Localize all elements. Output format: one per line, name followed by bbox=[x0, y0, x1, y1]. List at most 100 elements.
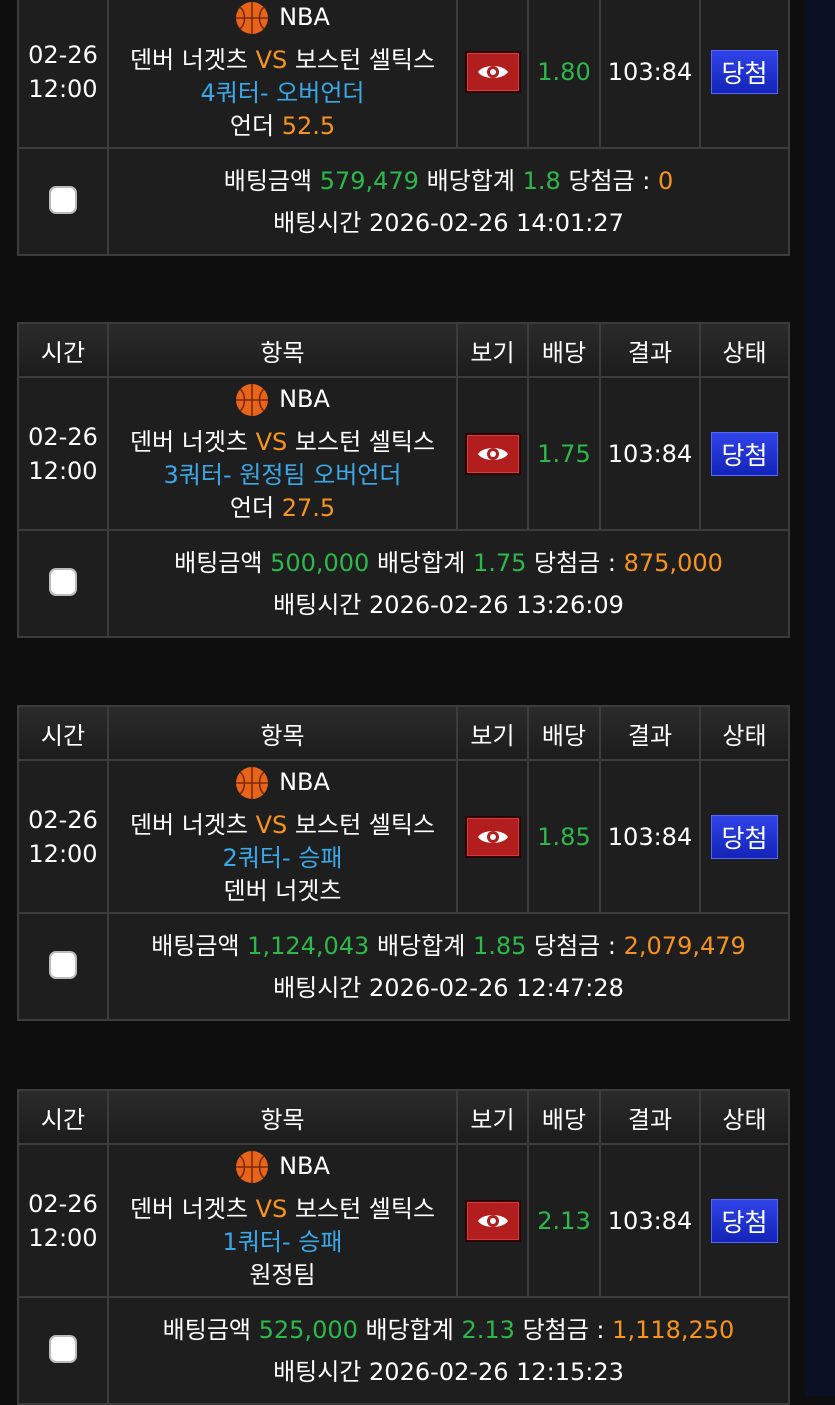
eye-icon bbox=[477, 830, 508, 843]
bet-amount: 1,124,043 bbox=[247, 931, 370, 960]
home-team: 덴버 너겟츠 bbox=[129, 1194, 248, 1223]
bet-table: 시간 항목 보기 배당 결과 상태 02-26 12:00 NBA 덴버 너겟츠… bbox=[17, 705, 790, 1021]
odds-total-label: 배당합계 bbox=[365, 1315, 454, 1344]
header-result: 결과 bbox=[599, 705, 701, 761]
win-amount: 0 bbox=[657, 166, 674, 195]
league-name: NBA bbox=[279, 768, 330, 796]
basketball-icon bbox=[236, 766, 269, 799]
odds-total: 1.85 bbox=[472, 931, 527, 960]
view-cell bbox=[456, 376, 529, 531]
amount-line: 배팅금액 1,124,043 배당합계 1.85 당첨금 : 2,079,479 bbox=[109, 925, 788, 967]
bet-slip-2: 시간 항목 보기 배당 결과 상태 02-26 12:00 NBA 덴버 너겟츠… bbox=[17, 322, 790, 638]
status-badge[interactable]: 당첨 bbox=[711, 1198, 778, 1243]
amount-label: 배팅금액 bbox=[151, 931, 240, 960]
match-time-cell: 02-26 12:00 bbox=[17, 376, 109, 531]
league-name: NBA bbox=[279, 3, 330, 31]
view-button[interactable] bbox=[464, 1199, 521, 1242]
match-item-cell: NBA 덴버 너겟츠 VS 보스턴 셀틱스 4쿼터- 오버언더 언더 52.5 bbox=[107, 0, 458, 149]
vs-label: VS bbox=[255, 1194, 288, 1223]
bet-table: 02-26 12:00 NBA 덴버 너겟츠 VS 보스턴 셀틱스 4쿼터- 오… bbox=[17, 0, 790, 256]
market-name: 2쿼터- 승패 bbox=[222, 843, 343, 872]
away-team: 보스턴 셀틱스 bbox=[294, 427, 436, 456]
time-line: 배팅시간 2026-02-26 12:15:23 bbox=[109, 1351, 788, 1393]
amount-line: 배팅금액 579,479 배당합계 1.8 당첨금 : 0 bbox=[109, 160, 788, 202]
select-cell bbox=[17, 529, 109, 638]
odds-total-label: 배당합계 bbox=[376, 931, 466, 960]
detail-row: 배팅금액 1,124,043 배당합계 1.85 당첨금 : 2,079,479… bbox=[17, 912, 790, 1021]
view-button[interactable] bbox=[464, 815, 521, 858]
header-view: 보기 bbox=[456, 1089, 529, 1145]
match-time-cell: 02-26 12:00 bbox=[17, 0, 109, 149]
win-amount: 1,118,250 bbox=[612, 1315, 735, 1344]
detail-row: 배팅금액 525,000 배당합계 2.13 당첨금 : 1,118,250 배… bbox=[17, 1296, 790, 1405]
win-label: 당첨금 : bbox=[534, 931, 616, 960]
win-amount: 875,000 bbox=[623, 548, 723, 577]
league-line: NBA bbox=[235, 1, 330, 35]
bet-amount: 525,000 bbox=[258, 1315, 358, 1344]
status-badge[interactable]: 당첨 bbox=[711, 49, 778, 94]
status-badge[interactable]: 당첨 bbox=[711, 431, 778, 476]
away-team: 보스턴 셀틱스 bbox=[294, 45, 436, 74]
header-odds: 배당 bbox=[527, 1089, 601, 1145]
status-cell: 당첨 bbox=[699, 0, 790, 149]
view-button[interactable] bbox=[464, 50, 521, 93]
bet-time: 2026-02-26 14:01:27 bbox=[369, 208, 624, 237]
match-item-cell: NBA 덴버 너겟츠 VS 보스턴 셀틱스 1쿼터- 승패 원정팀 bbox=[107, 1143, 458, 1298]
league-line: NBA bbox=[235, 766, 330, 800]
pick-value: 27.5 bbox=[281, 493, 336, 522]
header-time: 시간 bbox=[17, 705, 109, 761]
bet-amount: 500,000 bbox=[270, 548, 370, 577]
pick-line: 언더 27.5 bbox=[109, 492, 456, 525]
teams-line: 덴버 너겟츠 VS 보스턴 셀틱스 bbox=[109, 44, 456, 77]
league-name: NBA bbox=[279, 385, 330, 413]
amount-line: 배팅금액 525,000 배당합계 2.13 당첨금 : 1,118,250 bbox=[109, 1309, 788, 1351]
header-view: 보기 bbox=[456, 705, 529, 761]
view-cell bbox=[456, 1143, 529, 1298]
header-item: 항목 bbox=[107, 1089, 458, 1145]
header-status: 상태 bbox=[699, 705, 790, 761]
select-checkbox[interactable] bbox=[49, 185, 77, 214]
odds-total-label: 배당합계 bbox=[376, 548, 466, 577]
bet-info: 배팅금액 1,124,043 배당합계 1.85 당첨금 : 2,079,479… bbox=[107, 912, 790, 1021]
view-button[interactable] bbox=[464, 432, 521, 475]
table-header: 시간 항목 보기 배당 결과 상태 bbox=[17, 1089, 790, 1145]
detail-row: 배팅금액 579,479 배당합계 1.8 당첨금 : 0 배팅시간 2026-… bbox=[17, 147, 790, 256]
select-checkbox[interactable] bbox=[49, 950, 77, 979]
league-line: NBA bbox=[235, 1150, 330, 1184]
detail-row: 배팅금액 500,000 배당합계 1.75 당첨금 : 875,000 배팅시… bbox=[17, 529, 790, 638]
status-cell: 당첨 bbox=[699, 759, 790, 914]
odds-value: 1.85 bbox=[527, 759, 601, 914]
match-row: 02-26 12:00 NBA 덴버 너겟츠 VS 보스턴 셀틱스 1쿼터- 승… bbox=[17, 1143, 790, 1298]
vs-label: VS bbox=[255, 45, 288, 74]
bet-info: 배팅금액 525,000 배당합계 2.13 당첨금 : 1,118,250 배… bbox=[107, 1296, 790, 1405]
header-view: 보기 bbox=[456, 322, 529, 378]
basketball-icon bbox=[236, 1150, 269, 1183]
match-time: 12:00 bbox=[28, 456, 98, 485]
bet-slip-3: 시간 항목 보기 배당 결과 상태 02-26 12:00 NBA 덴버 너겟츠… bbox=[17, 705, 790, 1021]
header-odds: 배당 bbox=[527, 322, 601, 378]
result-score: 103:84 bbox=[599, 1143, 701, 1298]
bet-table: 시간 항목 보기 배당 결과 상태 02-26 12:00 NBA 덴버 너겟츠… bbox=[17, 1089, 790, 1405]
market-name: 1쿼터- 승패 bbox=[222, 1227, 343, 1256]
status-badge[interactable]: 당첨 bbox=[711, 814, 778, 859]
time-line: 배팅시간 2026-02-26 14:01:27 bbox=[109, 202, 788, 244]
match-time: 12:00 bbox=[28, 74, 98, 103]
bet-slip-1: 02-26 12:00 NBA 덴버 너겟츠 VS 보스턴 셀틱스 4쿼터- 오… bbox=[17, 0, 790, 256]
select-checkbox[interactable] bbox=[49, 567, 77, 596]
header-status: 상태 bbox=[699, 322, 790, 378]
select-cell bbox=[17, 912, 109, 1021]
select-cell bbox=[17, 1296, 109, 1405]
vs-label: VS bbox=[255, 810, 288, 839]
pick-line: 원정팀 bbox=[109, 1259, 456, 1292]
eye-icon bbox=[477, 447, 508, 460]
win-label: 당첨금 : bbox=[522, 1315, 605, 1344]
bet-time: 2026-02-26 12:47:28 bbox=[369, 973, 624, 1002]
match-date: 02-26 bbox=[28, 422, 98, 451]
bet-time-label: 배팅시간 bbox=[273, 973, 362, 1002]
teams-line: 덴버 너겟츠 VS 보스턴 셀틱스 bbox=[109, 809, 456, 842]
match-time: 12:00 bbox=[28, 1223, 98, 1252]
select-cell bbox=[17, 147, 109, 256]
pick-line: 덴버 너겟츠 bbox=[109, 875, 456, 908]
pick-line: 언더 52.5 bbox=[109, 110, 456, 143]
select-checkbox[interactable] bbox=[49, 1334, 77, 1363]
